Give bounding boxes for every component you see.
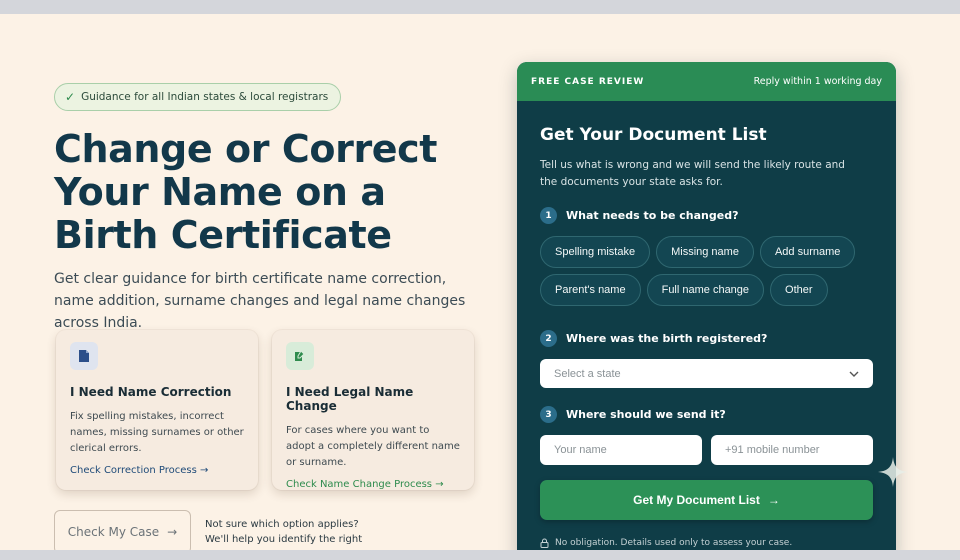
chip-parents-name[interactable]: Parent's name (540, 274, 641, 306)
check-correction-link[interactable]: Check Correction Process → (70, 465, 244, 476)
button-label: Get My Document List (633, 493, 760, 507)
reply-time: Reply within 1 working day (753, 76, 882, 87)
free-review-badge: FREE CASE REVIEW (531, 76, 645, 87)
chip-full-name-change[interactable]: Full name change (646, 274, 765, 306)
page-title: Change or Correct Your Name on a Birth C… (54, 127, 438, 257)
link-label: Check Correction Process (70, 465, 197, 476)
check-icon: ✓ (65, 90, 76, 104)
step-what-changed: 1 What needs to be changed? (540, 207, 873, 224)
panel-description: Tell us what is wrong and we will send t… (540, 159, 845, 188)
chip-add-surname[interactable]: Add surname (759, 236, 856, 268)
change-type-chips-row-2: Parent's name Full name change Other (540, 274, 873, 306)
button-label: Check My Case (67, 525, 160, 539)
get-document-list-button[interactable]: Get My Document List → (540, 480, 873, 520)
arrow-right-icon: → (199, 465, 209, 476)
chip-spelling-mistake[interactable]: Spelling mistake (540, 236, 651, 268)
name-correction-card[interactable]: I Need Name Correction Fix spelling mist… (56, 330, 258, 490)
sparkle-icon (878, 457, 908, 487)
document-icon (70, 342, 98, 370)
panel-header: FREE CASE REVIEW Reply within 1 working … (517, 62, 896, 101)
trust-badge-label: Guidance for all Indian states & local r… (81, 91, 329, 103)
step-number: 3 (540, 406, 557, 423)
lock-icon (540, 538, 549, 548)
check-my-case-button[interactable]: Check My Case → (54, 510, 191, 554)
privacy-note-text: No obligation. Details used only to asse… (555, 538, 793, 548)
chip-missing-name[interactable]: Missing name (656, 236, 754, 268)
chevron-down-icon (849, 371, 859, 377)
step-label: Where should we send it? (566, 408, 726, 421)
card-title: I Need Name Correction (70, 385, 232, 399)
check-name-change-link[interactable]: Check Name Change Process → (286, 479, 460, 490)
arrow-right-icon: → (767, 493, 780, 507)
state-select[interactable]: Select a state (540, 359, 873, 388)
card-description: Fix spelling mistakes, incorrect names, … (70, 411, 244, 454)
card-description: For cases where you want to adopt a comp… (286, 425, 460, 468)
step-label: Where was the birth registered? (566, 332, 768, 345)
mobile-input[interactable] (711, 435, 873, 465)
change-type-chips-row-1: Spelling mistake Missing name Add surnam… (540, 236, 873, 268)
edit-document-icon (286, 342, 314, 370)
step-birth-registered: 2 Where was the birth registered? (540, 330, 873, 347)
contact-inputs (540, 435, 873, 465)
arrow-right-icon: → (435, 479, 444, 490)
step-number: 2 (540, 330, 557, 347)
step-label: What needs to be changed? (566, 209, 739, 222)
chip-other[interactable]: Other (770, 274, 828, 306)
step-number: 1 (540, 207, 557, 224)
card-title: I Need Legal Name Change (286, 385, 414, 413)
legal-name-change-card[interactable]: I Need Legal Name Change For cases where… (272, 330, 474, 490)
state-select-value: Select a state (554, 367, 621, 380)
hero-subtitle: Get clear guidance for birth certificate… (54, 271, 466, 331)
trust-badge: ✓ Guidance for all Indian states & local… (54, 83, 342, 111)
browser-top-bar (0, 0, 960, 14)
link-label: Check Name Change Process (286, 479, 433, 490)
panel-title: Get Your Document List (540, 125, 767, 145)
case-review-panel: FREE CASE REVIEW Reply within 1 working … (517, 62, 896, 560)
arrow-right-icon: → (167, 525, 178, 539)
name-input[interactable] (540, 435, 702, 465)
privacy-note: No obligation. Details used only to asse… (540, 538, 873, 548)
browser-bottom-bar (0, 550, 960, 560)
step-send-to: 3 Where should we send it? (540, 406, 873, 423)
